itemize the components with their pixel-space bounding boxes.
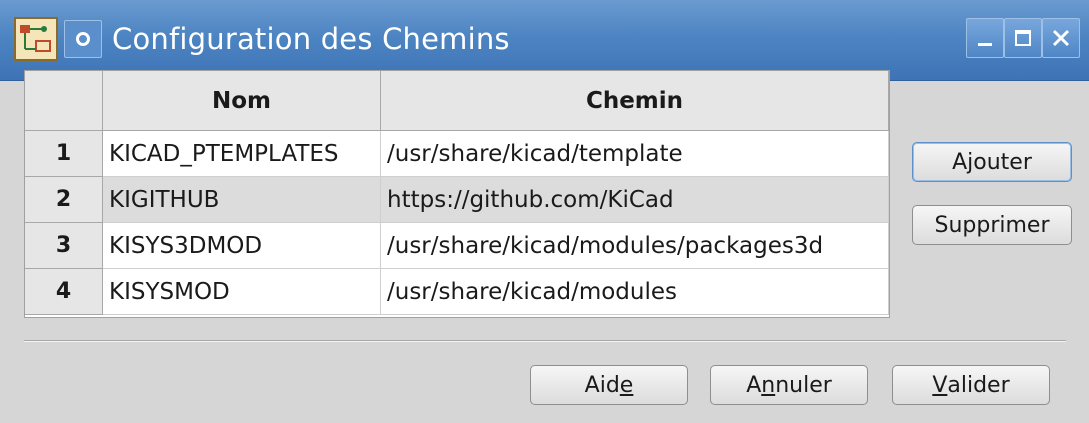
ok-button[interactable]: Valider [892,365,1050,405]
path-cell[interactable]: https://github.com/KiCad [381,177,889,223]
window-menu-dot [76,32,90,46]
table-row[interactable]: 1 KICAD_PTEMPLATES /usr/share/kicad/temp… [25,131,889,177]
help-mnemonic: e [619,372,634,398]
name-cell[interactable]: KISYSMOD [103,269,381,315]
path-cell[interactable]: /usr/share/kicad/modules [381,269,889,315]
cancel-button[interactable]: An nuler [710,365,868,405]
dialog-window: Configuration des Chemins Nom Chemin 1 K… [0,0,1089,423]
paths-table: Nom Chemin 1 KICAD_PTEMPLATES /usr/share… [24,70,890,318]
ok-mnemonic: V [932,372,948,398]
name-cell[interactable]: KIGITHUB [103,177,381,223]
minimize-button[interactable] [966,18,1004,58]
window-title: Configuration des Chemins [112,22,510,56]
column-header-chemin[interactable]: Chemin [381,71,889,131]
table-corner[interactable] [25,71,103,131]
help-button[interactable]: Aid e [530,365,688,405]
column-header-nom[interactable]: Nom [103,71,381,131]
row-number[interactable]: 3 [25,223,103,269]
title-bar[interactable]: Configuration des Chemins [0,0,1089,81]
separator [24,340,1066,342]
cancel-mnemonic: n [761,372,776,398]
cancel-label-end: nuler [775,372,832,398]
row-number[interactable]: 2 [25,177,103,223]
table-row[interactable]: 3 KISYS3DMOD /usr/share/kicad/modules/pa… [25,223,889,269]
add-button[interactable]: Ajouter [912,142,1072,182]
help-label: Aid [584,372,620,398]
maximize-button[interactable] [1004,18,1042,58]
window-menu-icon[interactable] [64,20,102,58]
path-cell[interactable]: /usr/share/kicad/modules/packages3d [381,223,889,269]
remove-button[interactable]: Supprimer [912,205,1072,245]
row-number[interactable]: 1 [25,131,103,177]
maximize-icon [1015,30,1031,46]
name-cell[interactable]: KICAD_PTEMPLATES [103,131,381,177]
row-number[interactable]: 4 [25,269,103,315]
path-cell[interactable]: /usr/share/kicad/template [381,131,889,177]
cancel-label-start: A [746,372,762,398]
table-row[interactable]: 4 KISYSMOD /usr/share/kicad/modules [25,269,889,315]
close-button[interactable] [1042,18,1080,58]
name-cell[interactable]: KISYS3DMOD [103,223,381,269]
table-row-selected[interactable]: 2 KIGITHUB https://github.com/KiCad [25,177,889,223]
ok-label-end: alider [947,372,1010,398]
kicad-pcb-icon [14,17,58,61]
close-icon [1052,29,1070,47]
minimize-icon [978,43,992,46]
